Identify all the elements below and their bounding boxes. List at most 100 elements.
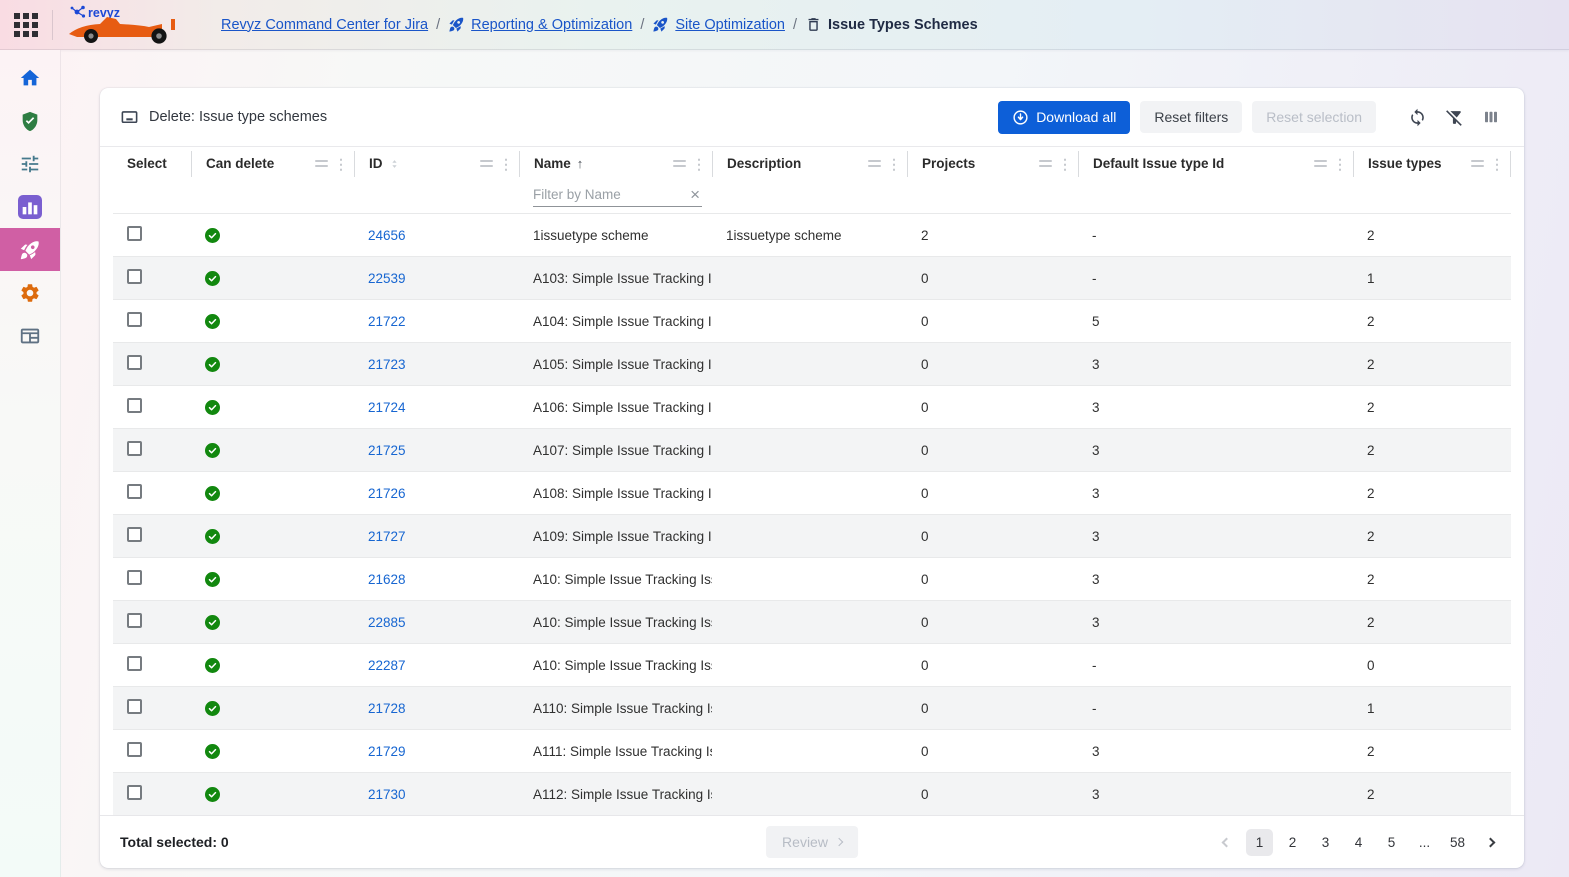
can-delete-badge bbox=[205, 658, 220, 673]
row-name: A106: Simple Issue Tracking Iss bbox=[519, 400, 712, 415]
column-header-default-issue-type-id[interactable]: Default Issue type Id ⋮ bbox=[1078, 151, 1353, 177]
filter-off-button[interactable] bbox=[1441, 104, 1468, 131]
row-checkbox[interactable] bbox=[127, 269, 142, 284]
reset-filters-button[interactable]: Reset filters bbox=[1140, 101, 1242, 133]
row-checkbox[interactable] bbox=[127, 484, 142, 499]
clear-filter-icon[interactable]: × bbox=[688, 186, 702, 203]
sidebar-item-data-table[interactable] bbox=[0, 314, 60, 357]
filter-icon[interactable] bbox=[315, 160, 328, 167]
column-header-can-delete[interactable]: Can delete ⋮ bbox=[191, 151, 354, 177]
sidebar-item-configuration[interactable] bbox=[0, 142, 60, 185]
sidebar-item-optimization[interactable] bbox=[0, 228, 60, 271]
row-issue-types: 2 bbox=[1353, 787, 1511, 802]
row-id-link[interactable]: 21722 bbox=[368, 314, 406, 329]
row-id-link[interactable]: 21730 bbox=[368, 787, 406, 802]
row-id-link[interactable]: 21729 bbox=[368, 744, 406, 759]
column-menu-icon[interactable]: ⋮ bbox=[1490, 157, 1504, 171]
row-checkbox[interactable] bbox=[127, 742, 142, 757]
row-id-link[interactable]: 24656 bbox=[368, 228, 406, 243]
pagination-page-4[interactable]: 4 bbox=[1345, 829, 1372, 856]
reset-selection-button[interactable]: Reset selection bbox=[1252, 101, 1376, 133]
row-id-link[interactable]: 21728 bbox=[368, 701, 406, 716]
column-header-issue-types[interactable]: Issue types ⋮ bbox=[1353, 151, 1511, 177]
review-button[interactable]: Review bbox=[766, 826, 858, 858]
sidebar-item-settings[interactable] bbox=[0, 271, 60, 314]
column-header-description[interactable]: Description ⋮ bbox=[712, 151, 907, 177]
pagination-page-5[interactable]: 5 bbox=[1378, 829, 1405, 856]
pagination-page-3[interactable]: 3 bbox=[1312, 829, 1339, 856]
row-checkbox[interactable] bbox=[127, 355, 142, 370]
row-id-link[interactable]: 21723 bbox=[368, 357, 406, 372]
row-checkbox[interactable] bbox=[127, 398, 142, 413]
row-projects: 0 bbox=[907, 529, 1078, 544]
sort-asc-icon[interactable]: ↑ bbox=[577, 156, 584, 171]
column-menu-icon[interactable]: ⋮ bbox=[1333, 157, 1347, 171]
column-menu-icon[interactable]: ⋮ bbox=[887, 157, 901, 171]
row-checkbox[interactable] bbox=[127, 699, 142, 714]
column-menu-icon[interactable]: ⋮ bbox=[334, 157, 348, 171]
column-label: Name bbox=[534, 156, 571, 171]
row-checkbox[interactable] bbox=[127, 527, 142, 542]
row-checkbox[interactable] bbox=[127, 226, 142, 241]
row-id-link[interactable]: 21628 bbox=[368, 572, 406, 587]
row-id-link[interactable]: 22287 bbox=[368, 658, 406, 673]
row-id-link[interactable]: 21724 bbox=[368, 400, 406, 415]
pagination-next-button[interactable] bbox=[1477, 829, 1504, 856]
download-all-button[interactable]: Download all bbox=[998, 101, 1130, 134]
row-id-link[interactable]: 22539 bbox=[368, 271, 406, 286]
filter-icon[interactable] bbox=[673, 160, 686, 167]
filter-icon[interactable] bbox=[480, 160, 493, 167]
breadcrumb-link-reporting-optimization[interactable]: Reporting & Optimization bbox=[471, 17, 632, 33]
table-row: 21727 A109: Simple Issue Tracking Iss 0 … bbox=[113, 514, 1511, 557]
columns-button[interactable] bbox=[1478, 104, 1504, 130]
revyz-logo[interactable]: revyz bbox=[67, 4, 185, 46]
row-issue-types: 1 bbox=[1353, 701, 1511, 716]
row-id-link[interactable]: 22885 bbox=[368, 615, 406, 630]
can-delete-badge bbox=[205, 615, 220, 630]
sidebar-item-home[interactable] bbox=[0, 56, 60, 99]
table-row: 21722 A104: Simple Issue Tracking Iss 0 … bbox=[113, 299, 1511, 342]
refresh-button[interactable] bbox=[1404, 104, 1431, 131]
row-id-link[interactable]: 21727 bbox=[368, 529, 406, 544]
column-header-projects[interactable]: Projects ⋮ bbox=[907, 151, 1078, 177]
pagination-page-58[interactable]: 58 bbox=[1444, 829, 1471, 856]
filter-icon[interactable] bbox=[1471, 160, 1484, 167]
sort-icon[interactable] bbox=[389, 158, 400, 170]
sidebar-item-security[interactable] bbox=[0, 99, 60, 142]
row-projects: 0 bbox=[907, 443, 1078, 458]
apps-grid-icon[interactable] bbox=[14, 13, 38, 37]
row-checkbox[interactable] bbox=[127, 785, 142, 800]
filter-icon[interactable] bbox=[868, 160, 881, 167]
table-row: 21730 A112: Simple Issue Tracking Iss 0 … bbox=[113, 772, 1511, 815]
row-id-link[interactable]: 21726 bbox=[368, 486, 406, 501]
table-header-row: Select Can delete ⋮ ID ⋮ Name ↑ ⋮ bbox=[113, 147, 1511, 180]
pagination-prev-button[interactable] bbox=[1213, 829, 1240, 856]
sidebar bbox=[0, 50, 61, 877]
row-checkbox[interactable] bbox=[127, 441, 142, 456]
column-menu-icon[interactable]: ⋮ bbox=[1058, 157, 1072, 171]
pagination-page-1[interactable]: 1 bbox=[1246, 829, 1273, 856]
column-menu-icon[interactable]: ⋮ bbox=[692, 157, 706, 171]
row-checkbox[interactable] bbox=[127, 570, 142, 585]
row-checkbox[interactable] bbox=[127, 613, 142, 628]
row-id-link[interactable]: 21725 bbox=[368, 443, 406, 458]
row-checkbox[interactable] bbox=[127, 656, 142, 671]
column-label: ID bbox=[369, 156, 383, 171]
pagination-page-2[interactable]: 2 bbox=[1279, 829, 1306, 856]
column-menu-icon[interactable]: ⋮ bbox=[499, 157, 513, 171]
name-filter-input[interactable] bbox=[533, 187, 688, 202]
breadcrumb-link-command-center[interactable]: Revyz Command Center for Jira bbox=[221, 17, 428, 33]
sidebar-item-analytics[interactable] bbox=[0, 185, 60, 228]
breadcrumb: Revyz Command Center for Jira / Reportin… bbox=[221, 16, 978, 33]
filter-icon[interactable] bbox=[1039, 160, 1052, 167]
breadcrumb-separator: / bbox=[436, 17, 440, 33]
card-title-label: Delete: Issue type schemes bbox=[149, 109, 327, 125]
can-delete-badge bbox=[205, 486, 220, 501]
column-header-name[interactable]: Name ↑ ⋮ bbox=[519, 151, 712, 177]
row-checkbox[interactable] bbox=[127, 312, 142, 327]
column-header-id[interactable]: ID ⋮ bbox=[354, 151, 519, 177]
row-projects: 0 bbox=[907, 701, 1078, 716]
breadcrumb-link-site-optimization[interactable]: Site Optimization bbox=[675, 17, 785, 33]
filter-icon[interactable] bbox=[1314, 160, 1327, 167]
top-bar: revyz Revyz Command Center for Jira / Re… bbox=[0, 0, 1569, 50]
